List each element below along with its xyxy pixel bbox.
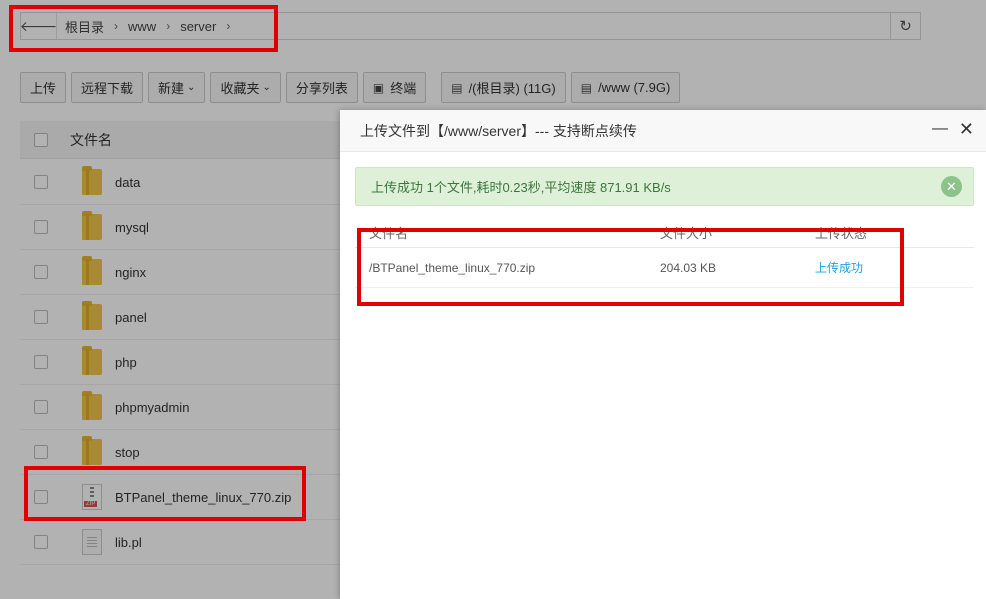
minimize-icon[interactable]: — (932, 120, 948, 138)
close-icon[interactable]: ✕ (959, 119, 974, 140)
highlight-box-zip-file (24, 466, 306, 521)
highlight-box-breadcrumb (9, 5, 278, 52)
success-alert-text: 上传成功 1个文件,耗时0.23秒,平均速度 871.91 KB/s (371, 180, 671, 195)
upload-dialog: 上传文件到【/www/server】--- 支持断点续传 — ✕ 上传成功 1个… (340, 110, 986, 599)
dialog-title: 上传文件到【/www/server】--- 支持断点续传 (360, 122, 637, 139)
dialog-header: 上传文件到【/www/server】--- 支持断点续传 — ✕ (340, 110, 986, 152)
success-alert: 上传成功 1个文件,耗时0.23秒,平均速度 871.91 KB/s ✕ (355, 167, 974, 206)
alert-close-icon[interactable]: ✕ (941, 176, 962, 197)
highlight-box-upload-row (357, 228, 904, 306)
